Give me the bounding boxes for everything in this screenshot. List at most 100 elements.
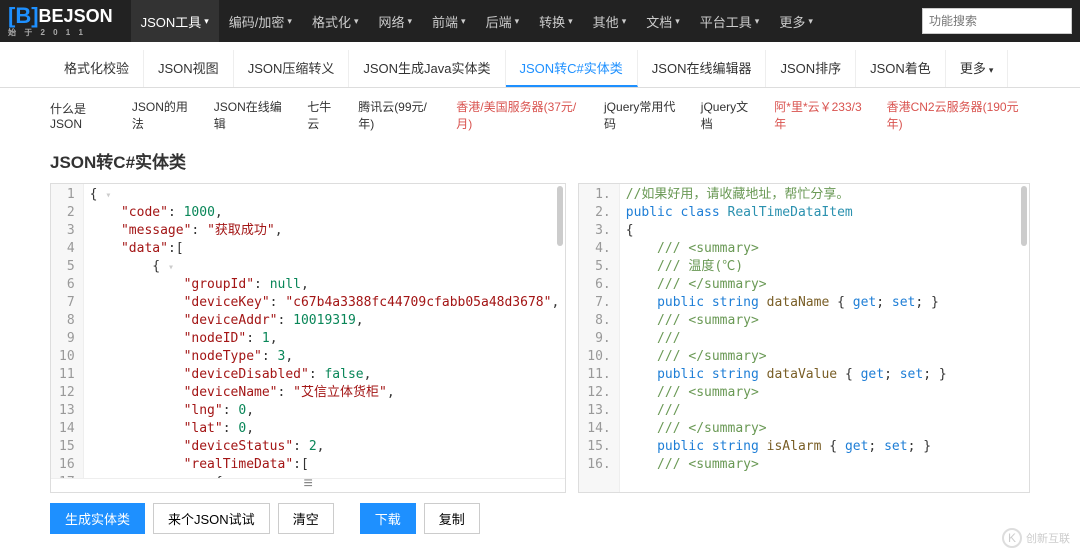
nav-item-8[interactable]: 文档▾	[636, 0, 690, 42]
line-number: 14.	[587, 420, 610, 438]
editor-panels: 1234567891011121314151617 { ▾ "code": 10…	[0, 183, 1080, 493]
sub-tab-5[interactable]: JSON在线编辑器	[638, 50, 767, 87]
nav-item-3[interactable]: 网络▾	[368, 0, 422, 42]
line-number: 3.	[587, 222, 610, 240]
action-button-1[interactable]: 来个JSON试试	[153, 503, 270, 534]
caret-down-icon: ▾	[515, 16, 520, 27]
line-number: 6.	[587, 276, 610, 294]
link-7[interactable]: jQuery文档	[701, 98, 759, 132]
link-3[interactable]: 七牛云	[307, 98, 342, 132]
json-input-panel: 1234567891011121314151617 { ▾ "code": 10…	[50, 183, 566, 493]
code-line: public string dataName { get; set; }	[626, 294, 947, 312]
code-line: { ▾	[90, 186, 560, 204]
nav-item-10[interactable]: 更多▾	[769, 0, 823, 42]
code-line: {	[626, 222, 947, 240]
code-line: public string isAlarm { get; set; }	[626, 438, 947, 456]
line-number: 8.	[587, 312, 610, 330]
nav-item-6[interactable]: 转换▾	[529, 0, 583, 42]
code-line: "lat": 0,	[90, 420, 560, 438]
page-title: JSON转C#实体类	[0, 142, 1080, 183]
link-9[interactable]: 香港CN2云服务器(190元年)	[887, 98, 1030, 132]
sub-tab-7[interactable]: JSON着色	[856, 50, 946, 87]
sub-tab-2[interactable]: JSON压缩转义	[234, 50, 350, 87]
sub-tab-3[interactable]: JSON生成Java实体类	[349, 50, 505, 87]
code-line: "realTimeData":[	[90, 456, 560, 474]
nav-item-0[interactable]: JSON工具▾	[131, 0, 219, 42]
link-2[interactable]: JSON在线编辑	[214, 98, 292, 132]
action-button-3[interactable]: 下载	[360, 503, 416, 534]
sub-tab-0[interactable]: 格式化校验	[50, 50, 144, 87]
line-number: 15.	[587, 438, 610, 456]
nav-item-7[interactable]: 其他▾	[583, 0, 637, 42]
code-line: /// </summary>	[626, 348, 947, 366]
line-number: 4	[59, 240, 75, 258]
csharp-output-panel: 1.2.3.4.5.6.7.8.9.10.11.12.13.14.15.16. …	[578, 183, 1030, 493]
caret-down-icon: ▾	[408, 16, 413, 27]
link-4[interactable]: 腾讯云(99元/年)	[358, 98, 440, 132]
code-line: /// <summary>	[626, 312, 947, 330]
sub-tab-4[interactable]: JSON转C#实体类	[506, 50, 638, 87]
sub-tab-6[interactable]: JSON排序	[766, 50, 856, 87]
line-number: 9.	[587, 330, 610, 348]
scrollbar-vertical[interactable]	[557, 186, 563, 246]
resize-handle[interactable]: ≡	[51, 478, 565, 492]
line-number: 15	[59, 438, 75, 456]
caret-down-icon: ▾	[755, 16, 760, 27]
caret-down-icon: ▾	[675, 16, 680, 27]
csharp-viewer[interactable]: 1.2.3.4.5.6.7.8.9.10.11.12.13.14.15.16. …	[579, 184, 1029, 492]
code-line: public string dataValue { get; set; }	[626, 366, 947, 384]
link-8[interactable]: 阿*里*云￥233/3年	[774, 98, 870, 132]
code-line: /// </summary>	[626, 420, 947, 438]
line-number: 6	[59, 276, 75, 294]
line-number: 14	[59, 420, 75, 438]
line-number: 7	[59, 294, 75, 312]
json-editor[interactable]: 1234567891011121314151617 { ▾ "code": 10…	[51, 184, 565, 478]
line-number: 3	[59, 222, 75, 240]
logo[interactable]: [B]BEJSON 始 于 2 0 1 1	[8, 5, 113, 37]
watermark-icon: K	[1002, 528, 1022, 548]
caret-down-icon: ▾	[808, 16, 813, 27]
logo-text: BEJSON	[39, 7, 113, 25]
code-line: ///	[626, 402, 947, 420]
caret-down-icon: ▾	[354, 16, 359, 27]
caret-down-icon: ▾	[204, 16, 209, 27]
line-number: 5.	[587, 258, 610, 276]
nav-item-2[interactable]: 格式化▾	[302, 0, 369, 42]
action-button-4[interactable]: 复制	[424, 503, 480, 534]
scrollbar-vertical[interactable]	[1021, 186, 1027, 246]
action-button-2[interactable]: 清空	[278, 503, 334, 534]
watermark-text: 创新互联	[1026, 530, 1070, 546]
sub-tab-1[interactable]: JSON视图	[144, 50, 234, 87]
line-number: 1	[59, 186, 75, 204]
link-row: 什么是JSON JSON的用法 JSON在线编辑七牛云腾讯云(99元/年) 香港/美国…	[0, 88, 1080, 142]
sub-tab-bar: 格式化校验JSON视图JSON压缩转义JSON生成Java实体类JSON转C#实…	[0, 42, 1080, 88]
code-line: "nodeID": 1,	[90, 330, 560, 348]
code-line: "deviceAddr": 10019319,	[90, 312, 560, 330]
code-line: "deviceName": "艾信立体货柜",	[90, 384, 560, 402]
line-number: 12	[59, 384, 75, 402]
link-6[interactable]: jQuery常用代码	[604, 98, 685, 132]
link-0[interactable]: 什么是JSON	[50, 100, 116, 131]
line-number: 5	[59, 258, 75, 276]
line-number: 4.	[587, 240, 610, 258]
search-box	[922, 8, 1072, 34]
nav-item-1[interactable]: 编码/加密▾	[219, 0, 302, 42]
nav-item-4[interactable]: 前端▾	[422, 0, 476, 42]
nav-item-5[interactable]: 后端▾	[476, 0, 530, 42]
code-line: "data":[	[90, 240, 560, 258]
code-line: "nodeType": 3,	[90, 348, 560, 366]
code-line: ///	[626, 330, 947, 348]
link-5[interactable]: 香港/美国服务器(37元/月)	[456, 98, 588, 132]
link-1[interactable]: JSON的用法	[132, 98, 198, 132]
line-number: 1.	[587, 186, 610, 204]
code-line: public class RealTimeDataItem	[626, 204, 947, 222]
action-button-0[interactable]: 生成实体类	[50, 503, 145, 534]
caret-down-icon: ▾	[568, 16, 573, 27]
line-number: 10	[59, 348, 75, 366]
caret-down-icon: ▾	[287, 16, 292, 27]
sub-tab-8[interactable]: 更多▾	[946, 50, 1009, 87]
code-line: "deviceKey": "c67b4a3388fc44709cfabb05a4…	[90, 294, 560, 312]
nav-item-9[interactable]: 平台工具▾	[690, 0, 770, 42]
line-number: 9	[59, 330, 75, 348]
search-input[interactable]	[922, 8, 1072, 34]
